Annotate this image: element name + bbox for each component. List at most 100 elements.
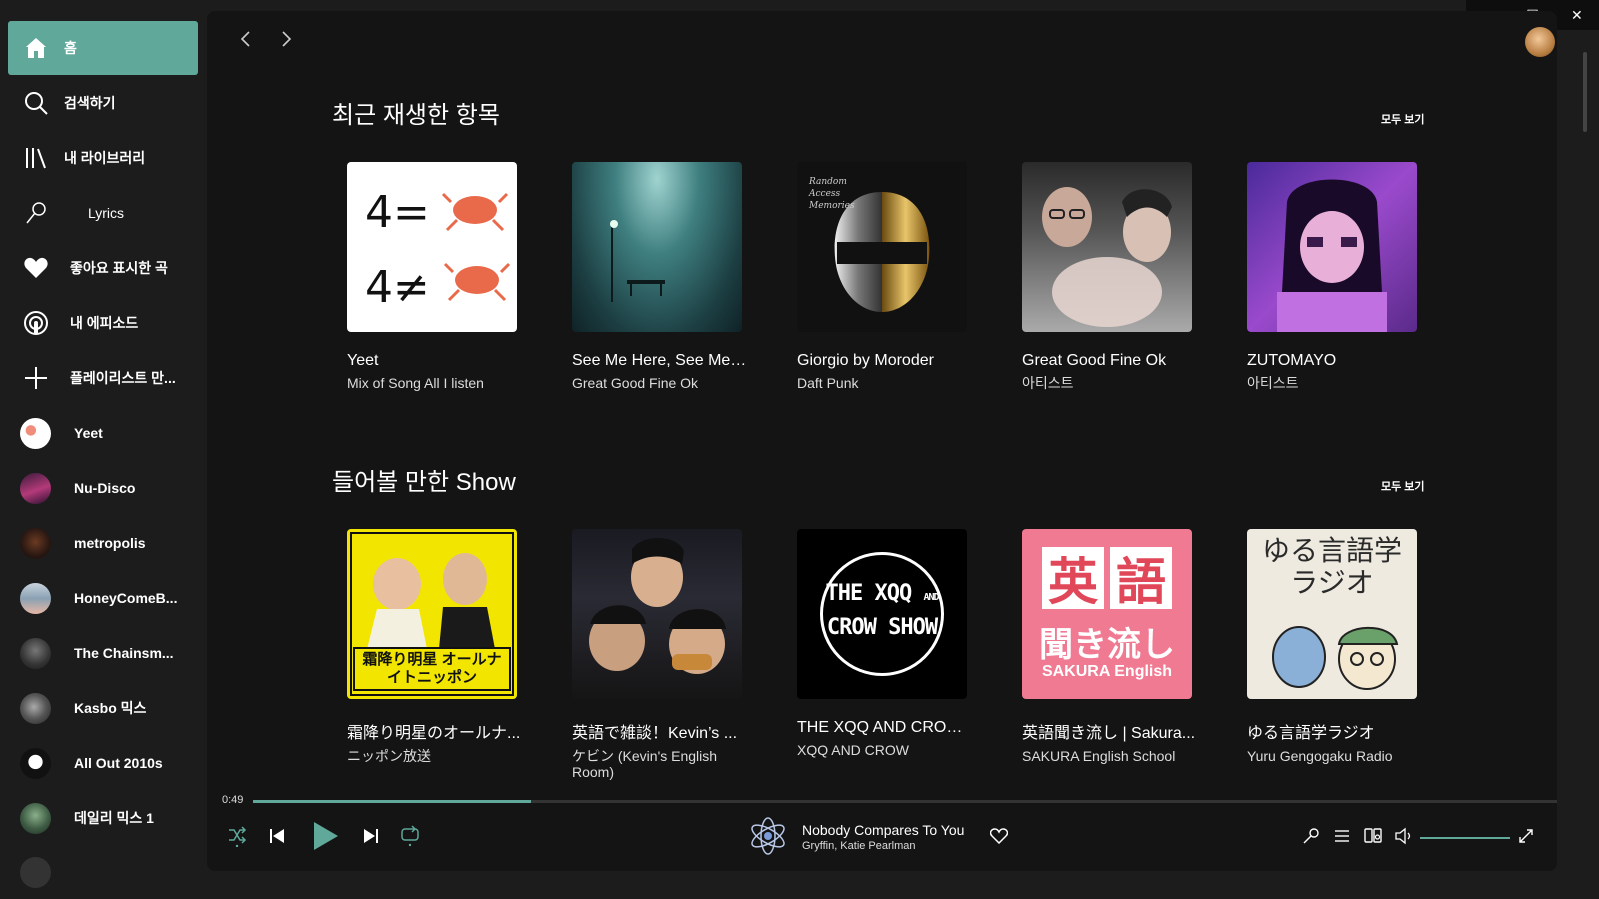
svg-text:Memories: Memories xyxy=(808,201,855,211)
cover-text: THE XQQ xyxy=(825,581,912,606)
lyrics-button[interactable] xyxy=(1296,823,1326,853)
fullscreen-button[interactable] xyxy=(1511,823,1541,853)
user-avatar[interactable] xyxy=(1525,27,1555,57)
card-subtitle: Mix of Song All I listen xyxy=(347,375,484,391)
section-title-recent: 최근 재생한 항목 xyxy=(332,102,500,129)
device-icon xyxy=(1363,827,1383,850)
podcast-icon xyxy=(8,310,64,336)
progress-bar[interactable] xyxy=(253,800,1557,803)
cover-art: 霜降り明星 オールナイトニッポン xyxy=(347,529,517,699)
now-playing-artist[interactable]: Gryffin, Katie Pearlman xyxy=(802,840,916,852)
close-icon[interactable]: ✕ xyxy=(1555,0,1599,30)
sidebar-item-label: 검색하기 xyxy=(64,95,116,111)
cover-art: THE XQQ AND CROW SHOW xyxy=(797,529,967,699)
shuffle-button[interactable] xyxy=(222,823,252,853)
playlist-thumbnail xyxy=(19,747,51,779)
cover-art: 4= 4≠ xyxy=(347,162,517,332)
devices-button[interactable] xyxy=(1358,823,1388,853)
sidebar-playlist-item[interactable]: Kasbo 믹스 xyxy=(8,681,198,735)
cover-art xyxy=(1247,162,1417,332)
plus-icon xyxy=(8,366,64,390)
card-recent[interactable]: See Me Here, See Me ... Great Good Fine … xyxy=(572,162,747,391)
microphone-icon xyxy=(8,201,64,225)
sidebar-item-label: 내 에피소드 xyxy=(70,315,139,331)
sidebar-playlist-item[interactable]: 데일리 믹스 1 xyxy=(8,791,198,845)
sidebar-item-home[interactable]: 홈 xyxy=(8,21,198,75)
cover-text: 聞き流し xyxy=(1039,626,1175,664)
volume-fill xyxy=(1420,837,1510,839)
next-button[interactable] xyxy=(356,823,386,853)
sidebar-item-label: All Out 2010s xyxy=(74,755,163,771)
sidebar-item-liked-songs[interactable]: 좋아요 표시한 곡 xyxy=(8,241,198,295)
card-subtitle: 아티스트 xyxy=(1247,375,1299,391)
cover-art xyxy=(572,529,742,699)
sidebar-item-lyrics[interactable]: Lyrics xyxy=(8,186,198,240)
card-recent[interactable]: Great Good Fine Ok 아티스트 xyxy=(1022,162,1197,391)
repeat-icon xyxy=(400,824,420,852)
card-show[interactable]: 英 語 聞き流し SAKURA English 英語聞き流し | Sakura.… xyxy=(1022,529,1197,764)
now-playing-title[interactable]: Nobody Compares To You xyxy=(802,822,964,838)
sidebar-item-label: HoneyComeB... xyxy=(74,590,178,606)
sidebar-playlist-item[interactable]: HoneyComeB... xyxy=(8,571,198,625)
forward-arrow-icon[interactable] xyxy=(277,29,295,54)
sidebar-item-label: 플레이리스트 만... xyxy=(70,370,176,386)
sidebar-playlist-item[interactable]: The Chainsm... xyxy=(8,626,198,680)
scrollbar[interactable] xyxy=(1583,52,1587,132)
now-playing-artwork[interactable] xyxy=(747,815,789,857)
like-button[interactable] xyxy=(984,823,1014,853)
queue-button[interactable] xyxy=(1327,823,1357,853)
card-title: Great Good Fine Ok xyxy=(1022,352,1167,369)
playlist-thumbnail xyxy=(20,857,51,888)
sidebar-item-search[interactable]: 검색하기 xyxy=(8,76,198,130)
home-icon xyxy=(8,36,64,60)
previous-button[interactable] xyxy=(262,823,292,853)
card-title: 英語聞き流し | Sakura... xyxy=(1022,725,1196,742)
card-show[interactable]: 霜降り明星 オールナイトニッポン 霜降り明星のオールナ... ニッポン放送 xyxy=(347,529,522,764)
card-subtitle: Daft Punk xyxy=(797,375,859,391)
see-all-shows-button[interactable]: 모두 보기 xyxy=(1381,478,1425,494)
sidebar-item-label: 데일리 믹스 1 xyxy=(74,810,154,826)
shuffle-icon xyxy=(227,825,247,852)
card-show[interactable]: ゆる言語学ラジオ ゆる言語学ラジオ Yuru Gengogaku Radio xyxy=(1247,529,1422,764)
main-content: 최근 재생한 항목 모두 보기 4= 4≠ Yeet Mix of Song A… xyxy=(207,11,1557,871)
card-recent[interactable]: 4= 4≠ Yeet Mix of Song All I listen xyxy=(347,162,522,391)
sidebar-playlist-item[interactable]: Nu-Disco xyxy=(8,461,198,515)
card-recent[interactable]: Random Access Memories Giorgio by Morode… xyxy=(797,162,972,391)
sidebar-item-label: 홈 xyxy=(64,40,77,56)
see-all-recent-button[interactable]: 모두 보기 xyxy=(1381,111,1425,127)
card-title: 霜降り明星のオールナ... xyxy=(347,725,521,742)
card-subtitle: XQQ AND CROW xyxy=(797,742,910,758)
sidebar-playlist-item[interactable]: Yeet xyxy=(8,406,198,460)
expand-icon xyxy=(1518,828,1534,849)
cover-art xyxy=(1022,162,1192,332)
playlist-thumbnail xyxy=(19,637,51,669)
queue-icon xyxy=(1333,828,1351,849)
card-subtitle: ケビン (Kevin's English Room) xyxy=(572,748,718,780)
previous-icon xyxy=(269,828,285,849)
repeat-button[interactable] xyxy=(395,823,425,853)
play-button[interactable] xyxy=(307,820,343,856)
cover-text: 霜降り明星 オールナイトニッポン xyxy=(353,647,511,691)
card-show[interactable]: THE XQQ AND CROW SHOW THE XQQ AND CROW .… xyxy=(797,529,972,758)
sidebar-playlist-item[interactable]: metropolis xyxy=(8,516,198,570)
playlist-thumbnail xyxy=(19,527,51,559)
back-arrow-icon[interactable] xyxy=(237,29,255,54)
cover-text: 英 xyxy=(1042,547,1104,610)
section-title-shows: 들어볼 만한 Show xyxy=(332,469,516,496)
sidebar-item-episodes[interactable]: 내 에피소드 xyxy=(8,296,198,350)
card-title: 英語で雑談！Kevin’s ... xyxy=(572,725,738,742)
card-show[interactable]: 英語で雑談！Kevin’s ... ケビン (Kevin's English R… xyxy=(572,529,747,780)
card-recent[interactable]: ZUTOMAYO 아티스트 xyxy=(1247,162,1422,391)
heart-icon xyxy=(8,256,64,280)
cover-art: ゆる言語学ラジオ xyxy=(1247,529,1417,699)
card-title: Yeet xyxy=(347,352,379,369)
volume-button[interactable] xyxy=(1389,823,1419,853)
card-subtitle: Great Good Fine Ok xyxy=(572,375,699,391)
playlist-thumbnail xyxy=(19,692,51,724)
sidebar-item-create-playlist[interactable]: 플레이리스트 만... xyxy=(8,351,198,405)
cover-text: AND xyxy=(923,592,939,603)
sidebar-playlist-item[interactable]: All Out 2010s xyxy=(8,736,198,790)
sidebar-item-library[interactable]: 내 라이브러리 xyxy=(8,131,198,185)
volume-slider[interactable] xyxy=(1420,837,1510,839)
svg-text:Access: Access xyxy=(808,189,841,199)
